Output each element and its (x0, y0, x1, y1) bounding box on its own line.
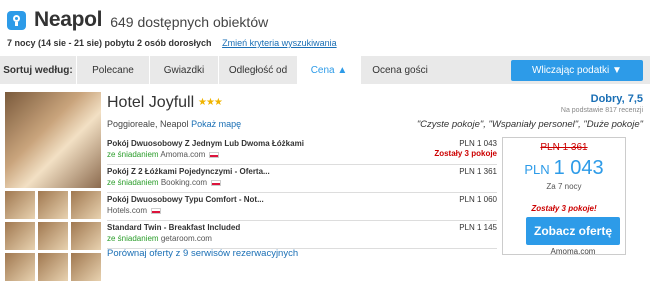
hotel-gallery (5, 92, 101, 281)
price-currency: PLN (524, 162, 550, 177)
sort-guest-rating[interactable]: Ocena gości (360, 56, 439, 84)
deal-row[interactable]: Pokój Z 2 Łóżkami Pojedynczymi - Oferta.… (107, 165, 497, 193)
old-price: PLN 1 361 (540, 142, 588, 153)
deal-provider: Booking.com (160, 178, 208, 187)
deal-provider: Amoma.com (160, 150, 206, 159)
sort-stars[interactable]: Gwiazdki (149, 56, 218, 84)
deal-title: Pokój Dwuosobowy Z Jednym Lub Dwoma Łóżk… (107, 139, 304, 148)
deal-price: PLN 1 060 (459, 195, 497, 204)
compare-offers-link[interactable]: Porównaj oferty z 9 serwisów rezerwacyjn… (107, 248, 298, 259)
deal-title: Pokój Dwuosobowy Typu Comfort - Not... (107, 195, 264, 204)
breakfast-label: ze śniadaniem (107, 234, 159, 243)
sort-price[interactable]: Cena ▲ (297, 56, 360, 84)
offer-source: Amoma.com (550, 247, 596, 256)
hotel-thumb[interactable] (5, 222, 35, 250)
star-rating: ★★★ (198, 97, 223, 108)
city-title: Neapol (34, 8, 103, 31)
stay-details: 7 nocy (14 sie - 21 sie) pobytu 2 osób d… (7, 38, 212, 48)
deal-price: PLN 1 043 (459, 139, 497, 148)
hotel-thumb[interactable] (38, 222, 68, 250)
deal-title: Pokój Z 2 Łóżkami Pojedynczymi - Oferta.… (107, 167, 270, 176)
hotel-thumb[interactable] (71, 222, 101, 250)
price-amount: 1 043 (553, 157, 604, 179)
guest-rating[interactable]: Dobry, 7,5 (591, 93, 643, 105)
rooms-left: Zostały 3 pokoje! (531, 204, 597, 213)
hotel-location: Poggioreale, Neapol Pokaż mapę (107, 119, 241, 129)
deals-list: Pokój Dwuosobowy Z Jednym Lub Dwoma Łóżk… (107, 137, 497, 249)
deal-row[interactable]: Pokój Dwuosobowy Typu Comfort - Not... H… (107, 193, 497, 221)
hotel-thumb[interactable] (71, 253, 101, 281)
flag-icon (151, 207, 162, 214)
stay-summary: 7 nocy (14 sie - 21 sie) pobytu 2 osób d… (7, 38, 337, 48)
deal-title: Standard Twin - Breakfast Included (107, 223, 241, 232)
location-text: Poggioreale, Neapol (107, 119, 189, 129)
hotel-name[interactable]: Hotel Joyfull (107, 94, 194, 112)
hotel-thumb[interactable] (5, 191, 35, 219)
location-pin-icon (7, 10, 26, 30)
deal-price: PLN 1 145 (459, 223, 497, 232)
search-header: Neapol 649 dostępnych obiektów (7, 7, 268, 33)
view-offer-button[interactable]: Zobacz ofertę (526, 217, 620, 245)
flag-icon (209, 151, 220, 158)
deal-provider-line: ze śniadaniem Booking.com (107, 178, 222, 187)
review-count: Na podstawie 817 recenzji (560, 107, 643, 114)
nights-count: Za 7 nocy (546, 182, 582, 191)
deal-provider-line: Hotels.com (107, 206, 162, 215)
flag-icon (211, 179, 222, 186)
deal-row[interactable]: Standard Twin - Breakfast Included ze śn… (107, 221, 497, 249)
deal-row[interactable]: Pokój Dwuosobowy Z Jednym Lub Dwoma Łóżk… (107, 137, 497, 165)
breakfast-label: ze śniadaniem (107, 178, 159, 187)
show-map-link[interactable]: Pokaż mapę (191, 119, 241, 129)
deal-provider: getaroom.com (160, 234, 212, 243)
deal-provider-line: ze śniadaniem Amoma.com (107, 150, 220, 159)
sort-recommended[interactable]: Polecane (76, 56, 149, 84)
tax-dropdown[interactable]: Wliczając podatki ▼ (511, 60, 643, 81)
deal-provider-line: ze śniadaniem getaroom.com (107, 234, 212, 243)
hotel-thumb[interactable] (38, 191, 68, 219)
results-count: 649 dostępnych obiektów (110, 14, 269, 30)
sort-distance[interactable]: Odległość od (218, 56, 297, 84)
hotel-thumb[interactable] (38, 253, 68, 281)
hotel-thumb[interactable] (5, 253, 35, 281)
review-quotes: "Czyste pokoje", "Wspaniały personel", "… (416, 119, 643, 130)
breakfast-label: ze śniadaniem (107, 150, 159, 159)
deal-price: PLN 1 361 (459, 167, 497, 176)
deal-availability: Zostały 3 pokoje (434, 149, 497, 158)
best-price: PLN 1 043 (503, 157, 625, 180)
hotel-thumb[interactable] (71, 191, 101, 219)
hotel-main-photo[interactable] (5, 92, 101, 188)
sort-label: Sortuj według: (3, 64, 73, 76)
change-criteria-link[interactable]: Zmień kryteria wyszukiwania (222, 38, 337, 48)
deal-provider: Hotels.com (107, 206, 148, 215)
